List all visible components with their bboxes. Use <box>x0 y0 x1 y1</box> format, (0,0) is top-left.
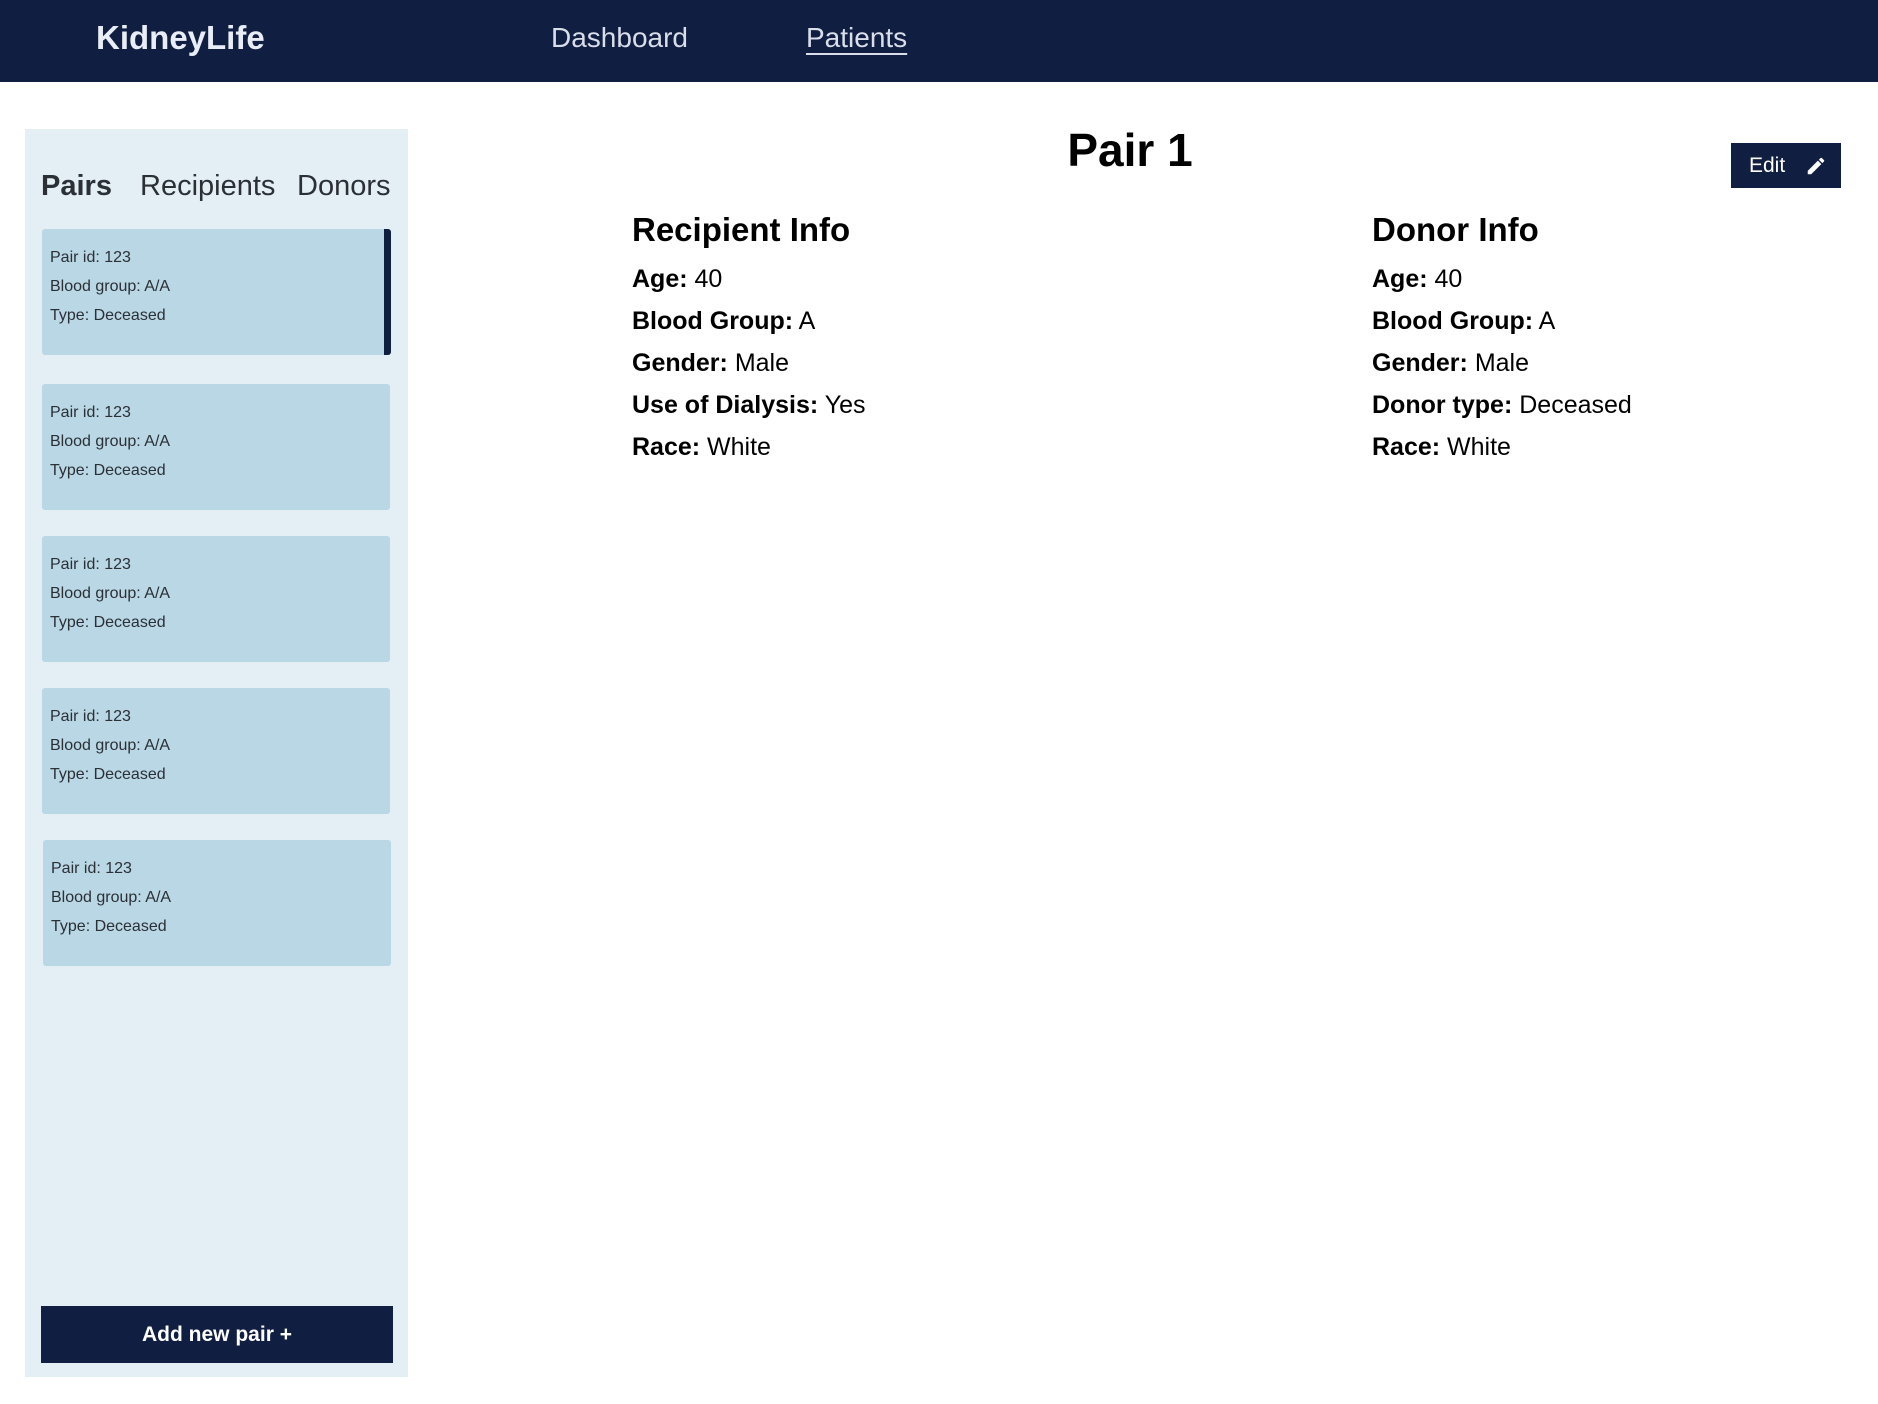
field-value: Yes <box>824 391 866 419</box>
donor-info-heading: Donor Info <box>1372 211 1539 248</box>
pair-card-selected[interactable]: Pair id: 123 Blood group: A/A Type: Dece… <box>42 229 391 355</box>
nav-dashboard-link[interactable]: Dashboard <box>551 18 688 58</box>
field-value: A <box>798 307 816 335</box>
recipient-info-heading: Recipient Info <box>632 211 851 248</box>
recipient-race-row: Race: White <box>632 426 865 468</box>
recipient-blood-group-row: Blood Group: A <box>632 300 865 342</box>
field-label: Gender: <box>632 349 728 377</box>
recipient-gender-row: Gender: Male <box>632 342 865 384</box>
recipient-dialysis-row: Use of Dialysis: Yes <box>632 384 865 426</box>
field-value: Deceased <box>1519 391 1632 419</box>
blood-group-text: Blood group: A/A <box>50 278 171 295</box>
donor-type-text: Type: Deceased <box>50 307 166 324</box>
field-value: White <box>707 433 771 461</box>
field-label: Use of Dialysis: <box>632 391 819 419</box>
donor-type-text: Type: Deceased <box>50 462 166 479</box>
edit-button-label: Edit <box>1749 154 1786 177</box>
pair-card[interactable]: Pair id: 123 Blood group: A/A Type: Dece… <box>42 688 390 814</box>
field-value: White <box>1447 433 1511 461</box>
field-label: Blood Group: <box>632 307 794 335</box>
brand-logo[interactable]: KidneyLife <box>96 18 265 58</box>
field-label: Race: <box>632 433 701 461</box>
donor-type-text: Type: Deceased <box>50 766 166 783</box>
field-value: Male <box>734 349 789 377</box>
donor-gender-row: Gender: Male <box>1372 342 1632 384</box>
recipient-info-section: Recipient Info Age: 40 Blood Group: A Ge… <box>632 206 865 468</box>
donor-type-text: Type: Deceased <box>51 918 167 935</box>
blood-group-text: Blood group: A/A <box>50 737 171 754</box>
field-value: A <box>1538 307 1556 335</box>
field-value: 40 <box>694 265 723 293</box>
recipient-age-row: Age: 40 <box>632 258 865 300</box>
top-nav-bar: KidneyLife Dashboard Patients <box>0 0 1878 82</box>
edit-button[interactable]: Edit <box>1731 143 1841 188</box>
donor-info-section: Donor Info Age: 40 Blood Group: A Gender… <box>1372 206 1632 468</box>
pair-id-text: Pair id: 123 <box>51 860 132 877</box>
pencil-icon <box>1807 157 1825 175</box>
tab-recipients[interactable]: Recipients <box>140 166 275 206</box>
field-label: Age: <box>632 265 688 293</box>
pair-id-text: Pair id: 123 <box>50 249 131 266</box>
blood-group-text: Blood group: A/A <box>50 585 171 602</box>
pair-card[interactable]: Pair id: 123 Blood group: A/A Type: Dece… <box>43 840 391 966</box>
pair-id-text: Pair id: 123 <box>50 556 131 573</box>
sidebar: Pairs Recipients Donors Pair id: 123 Blo… <box>25 129 408 1377</box>
page-title: Pair 1 <box>1067 124 1193 176</box>
field-label: Blood Group: <box>1372 307 1534 335</box>
tab-donors[interactable]: Donors <box>297 166 391 206</box>
blood-group-text: Blood group: A/A <box>50 433 171 450</box>
field-label: Donor type: <box>1372 391 1513 419</box>
pair-card[interactable]: Pair id: 123 Blood group: A/A Type: Dece… <box>42 536 390 662</box>
donor-race-row: Race: White <box>1372 426 1632 468</box>
field-label: Race: <box>1372 433 1441 461</box>
donor-blood-group-row: Blood Group: A <box>1372 300 1632 342</box>
field-label: Age: <box>1372 265 1428 293</box>
blood-group-text: Blood group: A/A <box>51 889 172 906</box>
donor-type-text: Type: Deceased <box>50 614 166 631</box>
pair-id-text: Pair id: 123 <box>50 404 131 421</box>
donor-type-row: Donor type: Deceased <box>1372 384 1632 426</box>
nav-patients-link[interactable]: Patients <box>806 18 907 58</box>
field-label: Gender: <box>1372 349 1468 377</box>
field-value: 40 <box>1434 265 1463 293</box>
field-value: Male <box>1474 349 1529 377</box>
tab-pairs[interactable]: Pairs <box>41 166 112 206</box>
donor-age-row: Age: 40 <box>1372 258 1632 300</box>
pair-card[interactable]: Pair id: 123 Blood group: A/A Type: Dece… <box>42 384 390 510</box>
pair-id-text: Pair id: 123 <box>50 708 131 725</box>
add-new-pair-button[interactable]: Add new pair + <box>41 1306 393 1363</box>
